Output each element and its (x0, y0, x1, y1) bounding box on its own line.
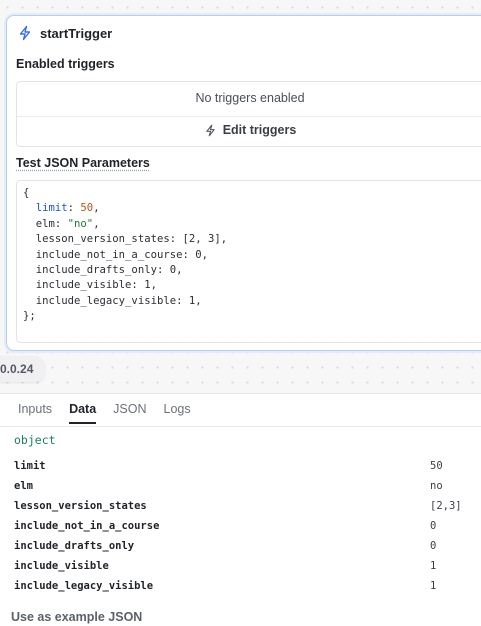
use-as-example-button[interactable]: Use as example JSON (11, 610, 142, 624)
lightning-icon (205, 124, 215, 136)
divider (0, 426, 481, 427)
json-line: { (23, 187, 30, 199)
json-line: include_legacy_visible: 1, (35, 294, 202, 307)
row-value: 0 (430, 520, 437, 532)
json-editor[interactable]: { limit: 50, elm: "no", lesson_version_s… (16, 180, 481, 343)
json-key-limit: limit (35, 202, 68, 215)
data-row: include_drafts_only 0 (14, 540, 474, 560)
row-key: lesson_version_states (14, 500, 147, 512)
row-value: 1 (430, 580, 437, 592)
tab-data[interactable]: Data (69, 402, 97, 424)
edit-triggers-label: Edit triggers (222, 123, 297, 137)
json-line: }; (23, 310, 36, 323)
edit-triggers-button[interactable]: Edit triggers (17, 123, 481, 137)
output-panel: Inputs Data JSON Logs object limit 50 elm… (0, 393, 481, 626)
json-line: include_visible: 1, (35, 279, 157, 292)
start-trigger-node[interactable]: startTrigger Enabled triggers No trigger… (6, 15, 481, 351)
panel-tabs: Inputs Data JSON Logs (18, 402, 191, 424)
json-line: include_drafts_only: 0, (35, 264, 183, 277)
type-label: object (14, 433, 56, 447)
row-key: elm (14, 480, 33, 492)
row-key: include_drafts_only (14, 540, 135, 552)
row-value: 50 (430, 460, 443, 472)
row-value: [2,3] (430, 500, 462, 512)
version-text: 0.0.24 (0, 362, 34, 376)
row-key: include_not_in_a_course (14, 520, 160, 532)
data-rows: limit 50 elm no lesson_version_states [2,3]… (14, 460, 474, 600)
tab-inputs[interactable]: Inputs (18, 402, 52, 424)
enabled-triggers-label: Enabled triggers (16, 57, 115, 71)
divider (17, 116, 481, 117)
version-badge: 0.0.24 (0, 356, 46, 382)
data-row: include_visible 1 (14, 560, 474, 580)
json-val-limit: 50 (80, 202, 94, 215)
node-title: startTrigger (40, 25, 113, 41)
no-triggers-text: No triggers enabled (195, 91, 305, 105)
tab-json[interactable]: JSON (113, 402, 146, 424)
json-line: include_not_in_a_course: 0, (35, 248, 208, 261)
row-value: no (430, 480, 443, 492)
data-row: include_not_in_a_course 0 (14, 520, 474, 540)
row-value: 0 (430, 540, 437, 552)
row-value: 1 (430, 560, 437, 572)
json-val-elm: "no" (67, 217, 94, 230)
row-key: limit (14, 460, 46, 472)
tab-logs[interactable]: Logs (164, 402, 191, 424)
data-row: include_legacy_visible 1 (14, 580, 474, 600)
row-key: include_legacy_visible (14, 580, 154, 592)
node-header: startTrigger (17, 25, 112, 41)
test-json-label: Test JSON Parameters (16, 156, 150, 170)
row-key: include_visible (14, 560, 109, 572)
data-row: limit 50 (14, 460, 474, 480)
lightning-icon (19, 25, 31, 41)
json-key-elm: elm (35, 217, 55, 230)
triggers-box: No triggers enabled Edit triggers (16, 81, 481, 147)
data-row: lesson_version_states [2,3] (14, 500, 474, 520)
json-line: lesson_version_states: [2, 3], (35, 233, 228, 246)
data-row: elm no (14, 480, 474, 500)
